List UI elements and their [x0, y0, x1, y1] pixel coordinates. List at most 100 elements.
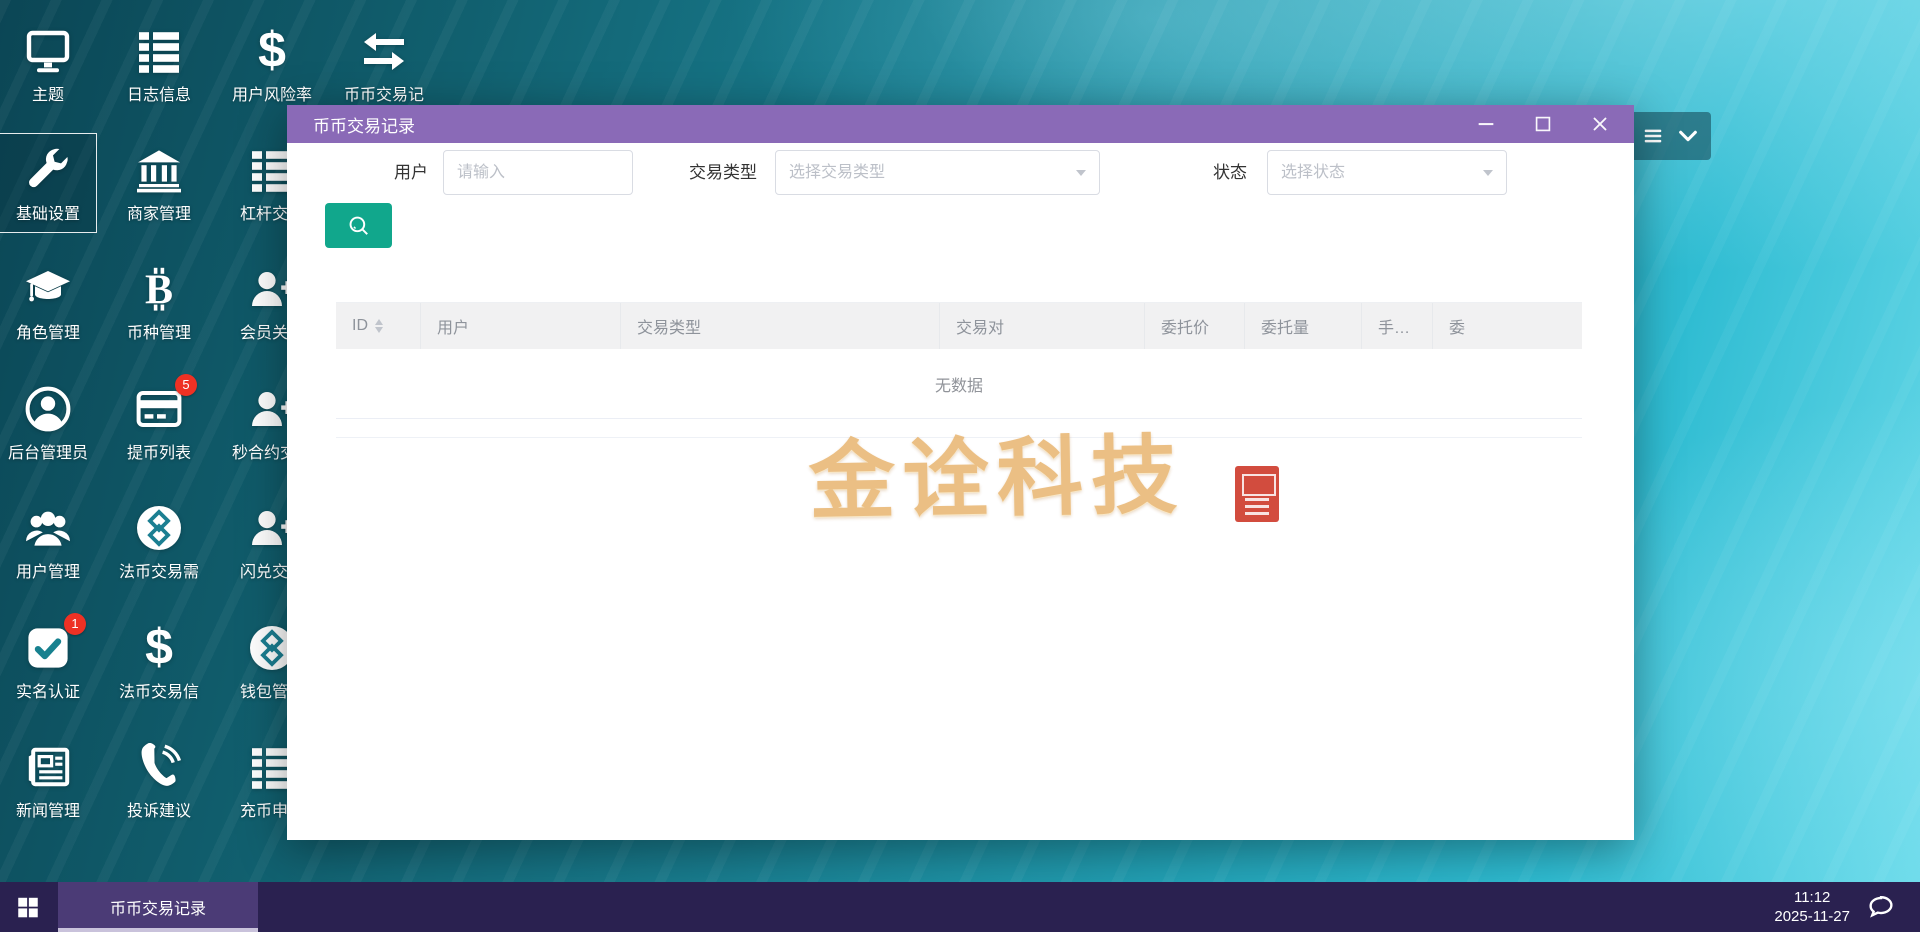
clock-date: 2025-11-27	[1774, 908, 1850, 925]
maximize-button[interactable]	[1514, 105, 1571, 143]
desktop-tile-4[interactable]: 基础设置	[0, 133, 97, 233]
table-header-row: ID 用户 交易类型 交易对 委托价 委托量 手… 委	[336, 302, 1582, 349]
table-empty-row: 无数据	[336, 349, 1582, 418]
modal-titlebar[interactable]: 币币交易记录	[287, 105, 1634, 143]
window-controls	[1457, 105, 1628, 143]
notification-badge: 5	[175, 374, 197, 396]
caret-down-icon	[1076, 169, 1086, 176]
sort-carets-icon[interactable]	[375, 319, 383, 333]
check-square-icon	[24, 624, 72, 672]
table-column-header-0[interactable]: ID	[336, 303, 421, 349]
tile-label: 提币列表	[126, 445, 192, 462]
phone-icon	[135, 743, 183, 791]
tile-label: 主题	[31, 87, 65, 104]
tile-label: 币币交易记	[343, 87, 425, 104]
taskbar-tray: 11:12 2025-11-27	[1774, 882, 1920, 932]
wrench-icon	[24, 146, 72, 194]
quick-menu[interactable]	[1629, 112, 1711, 160]
table-column-header-2: 交易类型	[621, 303, 940, 349]
svg-text:$: $	[145, 624, 173, 672]
table-column-header-6: 手…	[1362, 303, 1433, 349]
table-column-header-1: 用户	[421, 303, 621, 349]
diamond-link-icon	[135, 504, 183, 552]
svg-text:$: $	[258, 27, 286, 75]
desktop-tile-5[interactable]: 商家管理	[111, 134, 207, 232]
desktop-tile-11[interactable]: 提币列表 5	[111, 373, 207, 471]
watermark-seal	[1235, 466, 1279, 522]
close-button[interactable]	[1571, 105, 1628, 143]
taskbar-task-label: 币币交易记录	[109, 901, 206, 918]
desktop-tile-10[interactable]: 后台管理员	[0, 373, 96, 471]
tile-label: 商家管理	[126, 206, 192, 223]
desktop-tile-2[interactable]: $ 用户风险率	[224, 15, 320, 113]
tile-label: 基础设置	[15, 206, 81, 223]
user-input[interactable]	[443, 150, 633, 195]
table-column-header-4: 委托价	[1145, 303, 1245, 349]
brand-watermark: 金诠科技	[727, 424, 1279, 541]
modal-title: 币币交易记录	[313, 116, 415, 136]
taskbar-task-active[interactable]: 币币交易记录	[58, 882, 258, 932]
column-label: 用户	[437, 320, 470, 337]
tile-label: 新闻管理	[15, 803, 81, 820]
column-label: 委托量	[1261, 320, 1310, 337]
desktop-tile-14[interactable]: 法币交易需	[111, 492, 207, 590]
table-column-header-5: 委托量	[1245, 303, 1362, 349]
dollar-icon: $	[248, 27, 296, 75]
desktop-tile-16[interactable]: 实名认证 1	[0, 612, 96, 710]
column-label: 手…	[1378, 320, 1411, 337]
trade-type-placeholder: 选择交易类型	[789, 164, 886, 181]
taskbar-clock[interactable]: 11:12 2025-11-27	[1774, 888, 1850, 926]
clock-time: 11:12	[1793, 889, 1831, 906]
desktop-tile-1[interactable]: 日志信息	[111, 15, 207, 113]
caret-down-icon	[1483, 169, 1493, 176]
people-icon	[24, 504, 72, 552]
chevron-down-icon[interactable]	[1677, 125, 1699, 147]
bitcoin-icon: B	[135, 265, 183, 313]
status-label: 状态	[1213, 163, 1247, 182]
desktop-tile-17[interactable]: $ 法币交易信	[111, 612, 207, 710]
taskbar: 币币交易记录 11:12 2025-11-27	[0, 882, 1920, 932]
user-field-label: 用户	[394, 163, 428, 182]
tile-label: 币种管理	[126, 325, 192, 342]
trade-type-label: 交易类型	[689, 163, 757, 182]
watermark-text: 金诠科技	[808, 424, 1186, 533]
table-column-header-3: 交易对	[940, 303, 1145, 349]
trade-type-select[interactable]: 选择交易类型	[775, 150, 1100, 195]
monitor-icon	[24, 27, 72, 75]
tile-label: 用户管理	[15, 564, 81, 581]
tile-label: 后台管理员	[7, 445, 89, 462]
desktop-tile-3[interactable]: 币币交易记	[336, 15, 432, 113]
person-circle-icon	[24, 385, 72, 433]
table-column-header-7: 委	[1433, 303, 1582, 349]
hamburger-icon[interactable]	[1642, 125, 1664, 147]
notification-badge: 1	[64, 613, 86, 635]
tile-label: 投诉建议	[126, 803, 192, 820]
tile-label: 实名认证	[15, 684, 81, 701]
desktop-tile-8[interactable]: B 币种管理	[111, 253, 207, 351]
search-button[interactable]	[325, 203, 392, 248]
tile-label: 日志信息	[126, 87, 192, 104]
column-label: ID	[352, 317, 368, 334]
column-label: 委托价	[1161, 320, 1210, 337]
dollar-icon: $	[135, 624, 183, 672]
tile-label: 法币交易需	[118, 564, 200, 581]
desktop: 主题 日志信息 $ 用户风险率 币币交易记 基础设置 商家管理 杠杆交易 角色管理 B 币种管理 会员…	[0, 0, 1920, 932]
graduation-cap-icon	[24, 265, 72, 313]
modal-window: 币币交易记录 用户 交易类型 选择交易类型 状态 选择状态	[287, 105, 1634, 840]
desktop-tile-19[interactable]: 新闻管理	[0, 731, 96, 829]
minimize-button[interactable]	[1457, 105, 1514, 143]
status-select[interactable]: 选择状态	[1267, 150, 1507, 195]
news-icon	[24, 743, 72, 791]
desktop-tile-13[interactable]: 用户管理	[0, 492, 96, 590]
start-button[interactable]	[0, 882, 56, 932]
desktop-tile-20[interactable]: 投诉建议	[111, 731, 207, 829]
tile-label: 角色管理	[15, 325, 81, 342]
exchange-icon	[360, 27, 408, 75]
empty-text: 无数据	[934, 377, 983, 395]
desktop-tile-0[interactable]: 主题	[0, 15, 96, 113]
svg-text:B: B	[145, 268, 173, 313]
tile-label: 用户风险率	[231, 87, 313, 104]
desktop-tile-7[interactable]: 角色管理	[0, 253, 96, 351]
chat-bubble-icon[interactable]	[1866, 892, 1896, 922]
column-label: 委	[1449, 320, 1466, 337]
